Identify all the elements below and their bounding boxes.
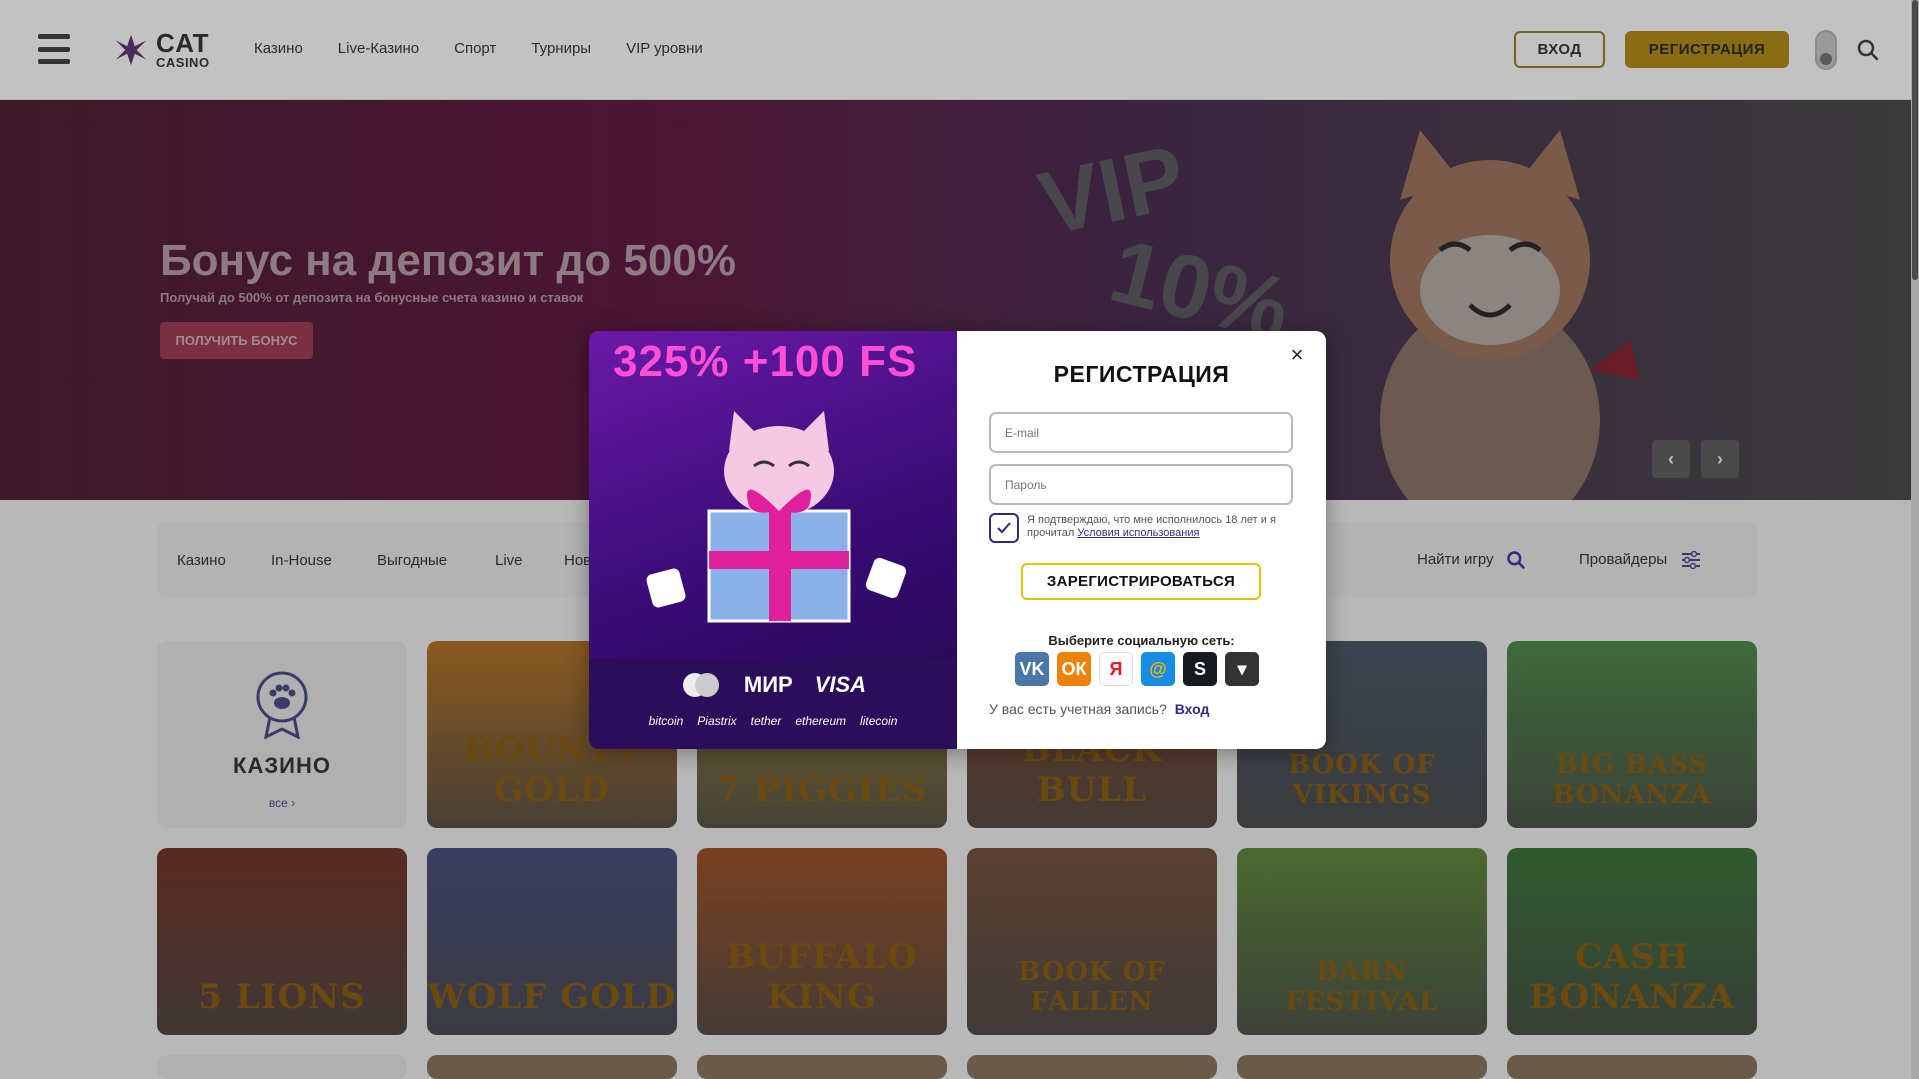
logo[interactable]: CAT CASINO <box>112 30 210 69</box>
steam-icon[interactable]: S <box>1183 652 1217 686</box>
tab-profitable[interactable]: Выгодные <box>377 552 447 569</box>
menu-icon[interactable] <box>38 34 70 64</box>
game-tile[interactable]: BARN FESTIVAL <box>1237 848 1487 1035</box>
search-icon <box>1506 550 1525 569</box>
get-bonus-button[interactable]: ПОЛУЧИТЬ БОНУС <box>160 322 313 359</box>
registration-form: × РЕГИСТРАЦИЯ Я подтверждаю, что мне исп… <box>957 331 1326 749</box>
more-socials-icon[interactable]: ▾ <box>1225 652 1259 686</box>
submit-register-button[interactable]: ЗАРЕГИСТРИРОВАТЬСЯ <box>1021 563 1261 600</box>
game-tile[interactable] <box>1237 1055 1487 1079</box>
registration-modal: 325% +100 FS МИР VISA bitcoin Piastrix t… <box>589 331 1326 749</box>
theme-toggle[interactable] <box>1815 30 1837 70</box>
page-scrollbar[interactable] <box>1911 0 1919 1079</box>
game-title: 7 PIGGIES <box>716 770 928 810</box>
game-tile[interactable] <box>157 1055 407 1079</box>
email-field[interactable] <box>989 412 1293 453</box>
login-button[interactable]: ВХОД <box>1514 31 1605 68</box>
casino-card-all-link[interactable]: все › <box>157 796 407 810</box>
promo-panel: 325% +100 FS МИР VISA bitcoin Piastrix t… <box>589 331 957 749</box>
mir-logo: МИР <box>743 672 793 697</box>
terms-link[interactable]: Условия использования <box>1077 527 1199 539</box>
checkmark-icon <box>997 522 1011 534</box>
providers-button[interactable]: Провайдеры <box>1579 522 1701 597</box>
game-tile[interactable] <box>697 1055 947 1079</box>
tab-live[interactable]: Live <box>495 552 523 569</box>
main-nav: Казино Live-Казино Спорт Турниры VIP уро… <box>254 40 703 57</box>
find-game-label: Найти игру <box>1417 551 1494 568</box>
game-title: BARN FESTIVAL <box>1285 957 1439 1017</box>
litecoin-logo: litecoin <box>860 714 898 728</box>
vk-icon[interactable]: VK <box>1015 652 1049 686</box>
game-title: WOLF GOLD <box>427 977 677 1017</box>
age-confirm-label: Я подтверждаю, что мне исполнилось 18 ле… <box>1027 514 1297 540</box>
password-field[interactable] <box>989 464 1293 505</box>
casino-card-title: КАЗИНО <box>233 753 331 778</box>
casino-category-card[interactable]: КАЗИНО все › <box>157 641 407 828</box>
mailru-icon[interactable]: @ <box>1141 652 1175 686</box>
mastercard-icon <box>682 673 719 697</box>
nav-live-casino[interactable]: Live-Казино <box>338 40 419 57</box>
game-tile[interactable] <box>967 1055 1217 1079</box>
top-header: CAT CASINO Казино Live-Казино Спорт Турн… <box>0 0 1919 99</box>
game-title: BUFFALO KING <box>726 937 918 1017</box>
game-tile[interactable]: BOOK OF FALLEN <box>967 848 1217 1035</box>
game-tile[interactable]: WOLF GOLD <box>427 848 677 1035</box>
modal-login-link[interactable]: Вход <box>1175 701 1210 717</box>
game-tile[interactable]: CASH BONANZA <box>1507 848 1757 1035</box>
hero-subtitle: Получай до 500% от депозита на бонусные … <box>160 290 584 305</box>
tab-new[interactable]: Нов <box>564 552 591 569</box>
nav-tournaments[interactable]: Турниры <box>531 40 591 57</box>
yandex-icon[interactable]: Я <box>1099 652 1133 686</box>
logo-title: CAT <box>156 28 210 58</box>
social-title: Выберите социальную сеть: <box>1048 633 1235 648</box>
have-account-label: У вас есть учетная запись? <box>989 701 1167 717</box>
game-tile[interactable] <box>1507 1055 1757 1079</box>
cat-logo-icon <box>115 34 147 65</box>
hero-title: Бонус на депозит до 500% <box>160 236 736 285</box>
registration-title: РЕГИСТРАЦИЯ <box>1053 361 1230 387</box>
game-title: BOOK OF VIKINGS <box>1288 750 1436 810</box>
payment-methods: МИР VISA bitcoin Piastrix tether ethereu… <box>589 659 957 749</box>
game-title: 5 LIONS <box>198 977 366 1017</box>
register-button[interactable]: РЕГИСТРАЦИЯ <box>1625 31 1789 68</box>
nav-sport[interactable]: Спорт <box>454 40 496 57</box>
logo-subtitle: CASINO <box>156 55 210 70</box>
social-buttons: VK ОК Я @ S ▾ <box>1015 652 1259 686</box>
game-tile[interactable]: BIG BASS BONANZA <box>1507 641 1757 828</box>
cat-gift-illustration <box>646 411 907 623</box>
find-game-button[interactable]: Найти игру <box>1417 522 1526 597</box>
game-tile[interactable] <box>427 1055 677 1079</box>
game-title: BIG BASS BONANZA <box>1552 750 1712 810</box>
bitcoin-logo: bitcoin <box>648 714 684 728</box>
game-title: BOOK OF FALLEN <box>1018 957 1166 1017</box>
visa-logo: VISA <box>814 672 867 697</box>
search-icon[interactable] <box>1856 38 1880 62</box>
have-account-text: У вас есть учетная запись? Вход <box>989 701 1209 717</box>
hero-next-button[interactable]: › <box>1701 440 1739 478</box>
scrollbar-thumb[interactable] <box>1912 0 1918 280</box>
filter-icon <box>1682 550 1701 569</box>
hero-prev-button[interactable]: ‹ <box>1652 440 1690 478</box>
game-title: CASH BONANZA <box>1529 937 1735 1017</box>
game-tile[interactable]: 5 LIONS <box>157 848 407 1035</box>
piastrix-logo: Piastrix <box>697 714 737 728</box>
cat-mascot-image <box>1380 130 1640 500</box>
nav-vip-levels[interactable]: VIP уровни <box>626 40 703 57</box>
tab-casino[interactable]: Казино <box>177 552 226 569</box>
providers-label: Провайдеры <box>1579 551 1668 568</box>
odnoklassniki-icon[interactable]: ОК <box>1057 652 1091 686</box>
game-tile[interactable]: BUFFALO KING <box>697 848 947 1035</box>
tab-in-house[interactable]: In-House <box>271 552 332 569</box>
age-confirm-checkbox[interactable] <box>989 513 1019 543</box>
tether-logo: tether <box>750 714 782 728</box>
paw-badge-icon <box>256 671 308 739</box>
ethereum-logo: ethereum <box>795 714 847 728</box>
promo-text: 325% +100 FS <box>613 337 918 386</box>
nav-casino[interactable]: Казино <box>254 40 303 57</box>
